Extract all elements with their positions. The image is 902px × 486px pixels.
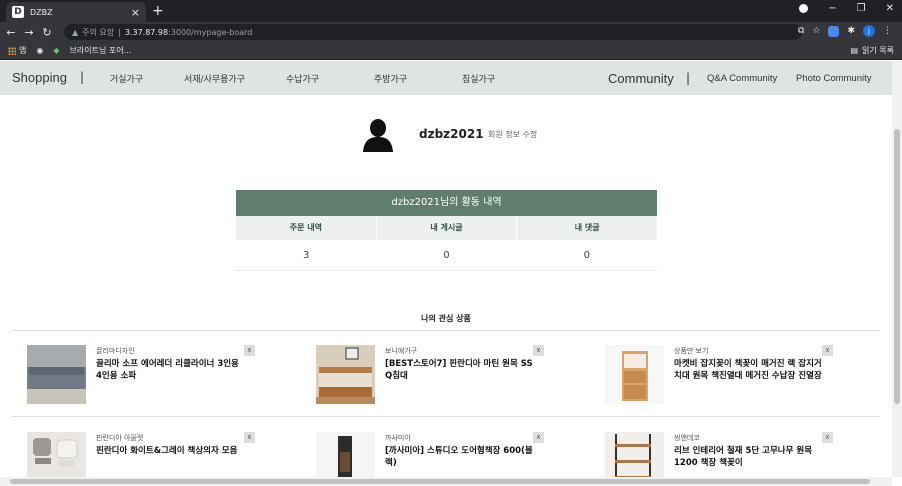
- site-favicon-icon: D: [12, 6, 24, 18]
- community-link[interactable]: Community: [608, 71, 674, 86]
- url-separator: |: [118, 27, 121, 37]
- window-controls: − ❐ ✕: [799, 3, 894, 14]
- product-brand: 씽앤데코: [674, 434, 700, 442]
- address-bar[interactable]: ▲ 주의 요함 | 3.37.87.98:3000/mypage-board: [64, 24, 802, 40]
- profile-avatar[interactable]: j: [863, 25, 875, 37]
- product-brand: 까사미아: [385, 434, 411, 442]
- qa-community-link[interactable]: Q&A Community: [707, 73, 777, 84]
- bookmarks-bar: 앱 ◉ ◆ 브라이트닝 포어... ▤ 읽기 목록: [0, 42, 902, 60]
- warning-icon: ▲: [72, 27, 79, 37]
- reading-list-label: 읽기 목록: [862, 46, 894, 55]
- browser-toolbar: ← → ↻ ▲ 주의 요함 | 3.37.87.98:3000/mypage-b…: [0, 22, 902, 42]
- username: dzbz2021: [419, 127, 484, 141]
- bookmark-apps-label: 앱: [19, 46, 27, 55]
- bookmark-star-icon[interactable]: ☆: [812, 26, 820, 36]
- browser-tabstrip: D DZBZ × + − ❐ ✕: [0, 0, 902, 22]
- orders-count: 3: [302, 250, 310, 261]
- remove-button[interactable]: x: [822, 432, 833, 443]
- remove-button[interactable]: x: [822, 345, 833, 356]
- activity-summary: dzbz2021님의 활동 내역 주문 내역 내 게시글 내 댓글 3 0 0: [236, 190, 657, 271]
- product-image[interactable]: [27, 345, 86, 404]
- divider: [12, 416, 880, 417]
- remove-button[interactable]: x: [244, 345, 255, 356]
- wishlist-title: 나의 관심 상품: [421, 314, 471, 323]
- reading-list[interactable]: ▤ 읽기 목록: [850, 45, 894, 56]
- browser-tab[interactable]: D DZBZ ×: [6, 2, 146, 22]
- nav-divider: |: [80, 70, 85, 84]
- wishlist-item[interactable]: 상품만 보기 마켓비 잡지꽂이 책꽂이 매거진 랙 잡지거치대 원목 책진열대 …: [605, 345, 865, 411]
- url-host: 3.37.87.98: [124, 27, 169, 37]
- translate-icon[interactable]: ⧉: [798, 26, 804, 36]
- apps-grid-icon: [8, 46, 16, 55]
- wishlist-item[interactable]: 끌리마디자인 끌리마 소프 에어레더 리클라이너 3인용 4인용 소파 x: [27, 345, 287, 411]
- wishlist-item[interactable]: 보니애가구 [BEST스토어7] 핀란디아 마틴 원목 SS Q침대 x: [316, 345, 576, 411]
- comments-header[interactable]: 내 댓글: [517, 216, 657, 240]
- shopping-link[interactable]: Shopping: [12, 70, 67, 85]
- forward-icon[interactable]: →: [22, 26, 36, 39]
- product-image[interactable]: [316, 345, 375, 404]
- record-icon[interactable]: [799, 4, 809, 13]
- nav-kitchen[interactable]: 주방가구: [374, 72, 407, 85]
- product-brand: 끌리마디자인: [96, 347, 135, 355]
- orders-header[interactable]: 주문 내역: [236, 216, 377, 240]
- extension-icon[interactable]: [828, 25, 840, 37]
- bookmark-apps[interactable]: 앱: [8, 45, 26, 56]
- product-brand: 보니애가구: [385, 347, 418, 355]
- nav-divider-2: |: [686, 71, 691, 85]
- product-name[interactable]: 리브 인테리어 철재 5단 고무나무 원목 1200 책장 책꽂이: [674, 445, 824, 469]
- product-name[interactable]: [까사미아] 스튜디오 도어형책장 600(블랙): [385, 445, 535, 469]
- horizontal-scroll-thumb[interactable]: [10, 479, 870, 484]
- product-name[interactable]: [BEST스토어7] 핀란디아 마틴 원목 SS Q침대: [385, 358, 535, 382]
- leaf-icon[interactable]: ◆: [53, 46, 59, 55]
- new-tab-button[interactable]: +: [152, 3, 164, 19]
- nav-study-office[interactable]: 서재/사무용가구: [184, 72, 245, 85]
- remove-button[interactable]: x: [533, 432, 544, 443]
- close-window-button[interactable]: ✕: [886, 3, 894, 14]
- tab-close-icon[interactable]: ×: [131, 7, 140, 18]
- toolbar-actions: ⧉ ☆ ✱ j ⋮: [798, 25, 892, 37]
- nav-storage[interactable]: 수납가구: [286, 72, 319, 85]
- url-warning: 주의 요함: [82, 27, 115, 37]
- product-image[interactable]: [605, 345, 664, 404]
- posts-count: 0: [443, 250, 450, 261]
- site-navbar: Shopping | 거실가구 서재/사무용가구 수납가구 주방가구 침실가구 …: [0, 61, 892, 95]
- bookmark-item-label: 브라이트닝 포어...: [69, 46, 132, 55]
- comments-count: 0: [583, 250, 590, 261]
- activity-header-row: 주문 내역 내 게시글 내 댓글: [236, 216, 657, 240]
- vertical-scrollbar[interactable]: [892, 61, 902, 477]
- reload-icon[interactable]: ↻: [40, 26, 54, 39]
- bookmark-item[interactable]: 브라이트닝 포어...: [70, 45, 132, 56]
- menu-icon[interactable]: ⋮: [883, 26, 892, 36]
- tab-title: DZBZ: [30, 7, 53, 17]
- remove-button[interactable]: x: [533, 345, 544, 356]
- product-name[interactable]: 끌리마 소프 에어레더 리클라이너 3인용 4인용 소파: [96, 358, 246, 382]
- vertical-scroll-thumb[interactable]: [894, 129, 900, 404]
- back-icon[interactable]: ←: [4, 26, 18, 39]
- remove-button[interactable]: x: [244, 432, 255, 443]
- horizontal-scrollbar[interactable]: [0, 477, 892, 486]
- chrome-icon[interactable]: ◉: [36, 46, 43, 55]
- puzzle-icon[interactable]: ✱: [847, 26, 855, 36]
- edit-profile-link[interactable]: 회원 정보 수정: [488, 129, 537, 140]
- nav-living-room[interactable]: 거실가구: [110, 72, 143, 85]
- divider: [12, 330, 880, 331]
- activity-values-row: 3 0 0: [236, 240, 657, 271]
- photo-community-link[interactable]: Photo Community: [796, 73, 872, 84]
- product-name[interactable]: 핀란디아 화이트&그레이 책상의자 모음: [96, 445, 246, 457]
- reading-list-icon: ▤: [850, 46, 859, 55]
- product-name[interactable]: 마켓비 잡지꽂이 책꽂이 매거진 랙 잡지거치대 원목 책진열대 메거진 수납장…: [674, 358, 824, 382]
- user-avatar-icon: [363, 119, 393, 152]
- posts-header[interactable]: 내 게시글: [377, 216, 518, 240]
- activity-title: dzbz2021님의 활동 내역: [236, 190, 657, 216]
- product-brand: 핀란디아 아울렛: [96, 434, 144, 442]
- minimize-button[interactable]: −: [828, 3, 836, 14]
- nav-bedroom[interactable]: 침실가구: [462, 72, 495, 85]
- url-path: :3000/mypage-board: [168, 27, 253, 37]
- restore-button[interactable]: ❐: [857, 3, 866, 14]
- product-brand: 상품만 보기: [674, 347, 709, 355]
